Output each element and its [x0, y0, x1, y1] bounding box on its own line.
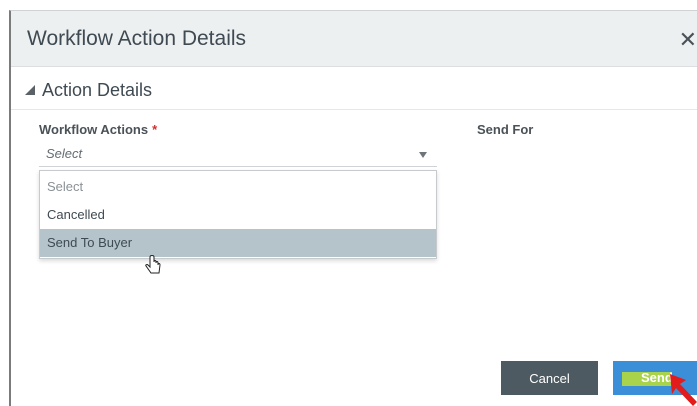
dialog-title: Workflow Action Details — [27, 27, 247, 50]
action-details-section-header[interactable]: Action Details — [11, 73, 697, 110]
chevron-down-icon[interactable] — [419, 152, 427, 158]
dropdown-option-label: Cancelled — [47, 207, 105, 222]
workflow-actions-label: Workflow Actions * — [39, 122, 157, 137]
dropdown-option-cancelled[interactable]: Cancelled — [40, 201, 436, 229]
hand-cursor-icon — [145, 255, 161, 274]
workflow-action-dialog: Workflow Action Details ✕ Action Details… — [9, 10, 697, 406]
dropdown-option-select[interactable]: Select — [40, 173, 436, 201]
cancel-button[interactable]: Cancel — [501, 361, 598, 395]
workflow-actions-select[interactable]: Select — [39, 141, 437, 167]
workflow-actions-dropdown: Select Cancelled Send To Buyer — [39, 170, 437, 259]
workflow-actions-label-text: Workflow Actions — [39, 122, 149, 137]
select-current-value: Select — [46, 146, 83, 161]
red-pointer-arrow-icon — [670, 374, 697, 406]
dropdown-option-label: Send To Buyer — [47, 235, 133, 250]
section-title: Action Details — [42, 80, 153, 100]
dialog-header: Workflow Action Details ✕ — [11, 11, 697, 67]
required-marker: * — [152, 122, 158, 137]
collapse-triangle-icon[interactable] — [25, 85, 35, 95]
close-icon[interactable]: ✕ — [679, 27, 697, 53]
dropdown-option-send-to-buyer[interactable]: Send To Buyer — [40, 229, 436, 257]
send-for-label: Send For — [477, 122, 534, 137]
dropdown-option-label: Select — [47, 179, 84, 194]
page-background — [0, 0, 697, 10]
